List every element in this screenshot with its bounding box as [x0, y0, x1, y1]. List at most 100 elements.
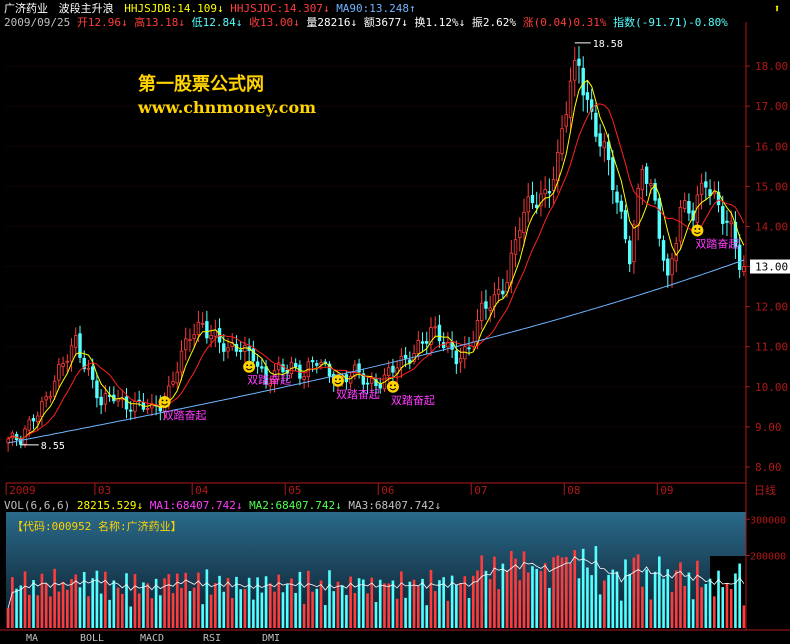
volume-bar[interactable]: [683, 585, 686, 628]
volume-bar[interactable]: [264, 576, 268, 628]
candle[interactable]: [403, 354, 408, 359]
candle[interactable]: [86, 367, 91, 370]
volume-bar[interactable]: [19, 585, 23, 628]
candle[interactable]: [573, 60, 577, 81]
candle[interactable]: [95, 380, 99, 399]
volume-bar[interactable]: [27, 594, 31, 628]
volume-bar[interactable]: [239, 589, 242, 628]
volume-bar[interactable]: [556, 555, 560, 628]
candle[interactable]: [40, 401, 44, 418]
volume-bar[interactable]: [607, 574, 610, 628]
volume-bar[interactable]: [74, 574, 78, 628]
candle[interactable]: [551, 179, 556, 191]
candle[interactable]: [302, 376, 306, 380]
volume-bar[interactable]: [459, 582, 462, 628]
volume-bar[interactable]: [666, 569, 670, 628]
volume-bar[interactable]: [696, 560, 699, 628]
volume-bar[interactable]: [594, 546, 598, 628]
volume-bar[interactable]: [116, 587, 120, 628]
stock-chart[interactable]: 8.00 9.00 10.00 11.00 12.00 13.00 14.00 15.00 16…: [0, 0, 790, 644]
candle[interactable]: [509, 252, 514, 284]
volume-bar[interactable]: [298, 571, 302, 628]
candle[interactable]: [391, 365, 395, 373]
candle[interactable]: [674, 243, 678, 262]
volume-bar[interactable]: [738, 563, 741, 628]
candle[interactable]: [310, 360, 315, 363]
candle[interactable]: [209, 335, 213, 340]
candle[interactable]: [44, 396, 48, 401]
volume-bar[interactable]: [201, 604, 204, 628]
volume-bar[interactable]: [99, 593, 103, 628]
candle[interactable]: [365, 382, 370, 385]
volume-bar[interactable]: [307, 570, 310, 628]
volume-bar[interactable]: [49, 596, 52, 628]
volume-bar[interactable]: [476, 570, 479, 628]
candle[interactable]: [467, 347, 471, 350]
volume-bar[interactable]: [66, 589, 69, 628]
candle[interactable]: [480, 302, 484, 321]
volume-bar[interactable]: [729, 588, 733, 628]
volume-bar[interactable]: [230, 597, 234, 628]
volume-bar[interactable]: [484, 570, 488, 628]
candle[interactable]: [518, 230, 522, 238]
volume-bar[interactable]: [57, 591, 61, 628]
volume-bar[interactable]: [628, 573, 632, 628]
volume-bar[interactable]: [205, 569, 209, 628]
volume-bar[interactable]: [366, 593, 369, 628]
candle[interactable]: [196, 321, 201, 335]
volume-bar[interactable]: [433, 591, 437, 628]
candle[interactable]: [19, 438, 23, 445]
volume-bar[interactable]: [129, 606, 133, 628]
volume-bar[interactable]: [362, 579, 365, 628]
candle[interactable]: [568, 80, 573, 118]
candle[interactable]: [78, 333, 82, 358]
candle[interactable]: [534, 204, 539, 208]
volume-bar[interactable]: [480, 555, 484, 628]
volume-bar[interactable]: [61, 581, 65, 628]
volume-bar[interactable]: [23, 571, 27, 628]
volume-bar[interactable]: [328, 570, 331, 628]
volume-bar[interactable]: [624, 559, 627, 628]
candle[interactable]: [99, 396, 103, 406]
volume-bar[interactable]: [260, 592, 264, 628]
volume-bar[interactable]: [167, 574, 171, 628]
candle[interactable]: [31, 418, 36, 422]
volume-bar[interactable]: [383, 583, 386, 628]
candle[interactable]: [103, 393, 108, 405]
volume-bar[interactable]: [214, 583, 217, 628]
volume-bar[interactable]: [687, 572, 691, 628]
candle[interactable]: [623, 210, 628, 240]
volume-bar[interactable]: [438, 580, 441, 628]
volume-bar[interactable]: [725, 583, 729, 628]
candle[interactable]: [416, 340, 420, 355]
candle[interactable]: [581, 67, 585, 96]
candle[interactable]: [192, 334, 196, 339]
volume-bar[interactable]: [421, 578, 424, 628]
volume-bar[interactable]: [32, 580, 35, 628]
candle[interactable]: [124, 396, 129, 410]
candle[interactable]: [315, 363, 319, 366]
volume-bar[interactable]: [294, 592, 297, 628]
volume-bar[interactable]: [112, 580, 116, 628]
volume-bar[interactable]: [345, 594, 348, 628]
candle[interactable]: [556, 152, 560, 182]
volume-bar[interactable]: [150, 598, 154, 628]
volume-bar[interactable]: [15, 588, 18, 628]
volume-bar[interactable]: [581, 548, 585, 628]
volume-bar[interactable]: [467, 598, 471, 628]
volume-bar[interactable]: [645, 569, 648, 628]
volume-bar[interactable]: [569, 563, 572, 628]
tab-ma[interactable]: MA: [26, 633, 38, 644]
candle[interactable]: [260, 366, 264, 369]
candle[interactable]: [632, 224, 636, 263]
tab-rsi[interactable]: RSI: [203, 633, 221, 644]
volume-bar[interactable]: [539, 570, 543, 628]
candle[interactable]: [36, 415, 40, 422]
candle[interactable]: [649, 183, 653, 186]
volume-bar[interactable]: [560, 557, 564, 628]
volume-bar[interactable]: [108, 599, 111, 628]
candle[interactable]: [526, 196, 530, 213]
candle[interactable]: [640, 169, 645, 191]
volume-bar[interactable]: [573, 550, 577, 628]
volume-bar[interactable]: [290, 578, 293, 628]
